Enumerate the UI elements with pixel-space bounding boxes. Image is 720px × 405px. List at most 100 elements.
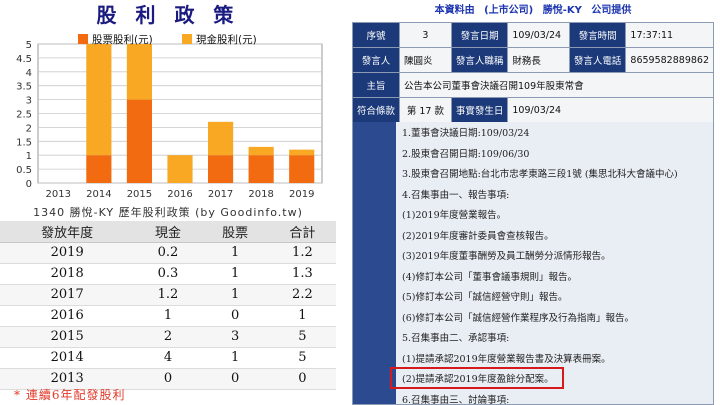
- seq-label: 序號: [351, 22, 401, 48]
- table-cell: 0: [134, 368, 202, 390]
- subject-label: 主旨: [351, 72, 401, 98]
- announcement-line: (1)2019年度營業報告。: [402, 210, 507, 221]
- announcement-line: 6.召集事由三、討論事項:: [402, 394, 510, 405]
- cash-dividend-bar: [167, 155, 193, 183]
- stock-dividend-bar: [126, 99, 153, 183]
- y-tick-label: 0: [26, 179, 32, 190]
- phone-label: 發言人電話: [568, 47, 627, 73]
- y-tick-label: 2: [26, 123, 32, 134]
- cash-dividend-bar: [86, 44, 112, 156]
- table-cell: 2019: [0, 242, 135, 264]
- dividend-table: 發放年度 現金 股票 合計 2019 0.2 1 1.2 2018 0.3 1 1.3 20…: [0, 221, 336, 390]
- phone-value: 8659582889862: [625, 47, 714, 73]
- table-cell: 2014: [0, 347, 135, 369]
- meta-row: 序號 3 發言日期 109/03/24 發言時間 17:37:11: [351, 22, 714, 48]
- time-value: 17:37:11: [625, 22, 714, 48]
- table-cell: 1: [201, 263, 269, 285]
- source-company: 勝悅-KY: [542, 5, 582, 16]
- meta-row: 符合條款 第 17 款 事實發生日 109/03/24: [351, 97, 714, 123]
- x-tick-label: 2018: [248, 189, 273, 200]
- announcement-meta-table: 序號 3 發言日期 109/03/24 發言時間 17:37:11 發言人 陳圓…: [351, 22, 714, 123]
- speaker-label: 發言人: [351, 47, 401, 73]
- dividend-chart: 0 0.5 1 1.5 2 2.5 3 3.5 4 4.5 5 2013 2014 2015 2016 201…: [0, 30, 336, 220]
- announcement-line: 2.股東會召開日期:109/06/30: [402, 148, 530, 160]
- announcement-line: (6)修訂本公司「誠信經營作業程序及行為指南」報告。: [402, 312, 634, 324]
- table-cell: 2015: [0, 326, 135, 348]
- subject-value: 公告本公司董事會決議召開109年股東常會: [399, 72, 714, 98]
- source-suffix: 公司提供: [591, 5, 632, 16]
- cash-dividend-bar: [248, 146, 274, 156]
- table-row: 2017 1.2 1 2.2: [0, 284, 336, 306]
- date-value: 109/03/24: [507, 22, 570, 48]
- chart-caption: 1340 勝悅-KY 歷年股利政策 (by Goodinfo.tw): [33, 206, 303, 219]
- stock-dividend-bar: [207, 155, 234, 183]
- source-prefix: 本資料由: [434, 5, 475, 16]
- legend-label: 股票股利(元): [92, 34, 153, 46]
- table-cell: 0.3: [134, 263, 202, 285]
- cash-dividend-bar: [207, 121, 234, 156]
- y-tick-label: 1: [26, 151, 32, 162]
- event-date-value: 109/03/24: [507, 97, 714, 123]
- legend-label: 現金股利(元): [196, 33, 257, 46]
- cash-dividend-bar: [126, 44, 153, 100]
- table-cell: 1: [134, 305, 202, 327]
- table-cell: 2018: [0, 263, 135, 285]
- clause-value: 第 17 款: [399, 97, 452, 123]
- announcement-line: (2)2019年度審計委員會查核報告。: [402, 230, 554, 242]
- speaker-title-label: 發言人職稱: [450, 47, 509, 73]
- column-header: 現金: [134, 221, 202, 243]
- stock-dividend-bar: [289, 155, 315, 183]
- body-sidebar: [353, 122, 396, 404]
- legend-swatch: [78, 34, 88, 44]
- table-row: 2019 0.2 1 1.2: [0, 242, 336, 264]
- announcement-line: 3.股東會召開地點:台北市忠孝東路三段1號 (集思北科大會議中心): [402, 169, 678, 180]
- table-cell: 1: [201, 347, 269, 369]
- announcement-line: 5.召集事由二、承認事項:: [402, 333, 510, 344]
- seq-value: 3: [399, 22, 452, 48]
- table-cell: 4: [134, 347, 202, 369]
- table-cell: 2: [134, 326, 202, 348]
- table-cell: 1: [201, 242, 269, 264]
- column-header: 合計: [268, 221, 336, 243]
- consecutive-dividend-note: * 連續6年配發股利: [14, 388, 126, 402]
- table-cell: 5: [268, 326, 336, 348]
- table-cell: 2016: [0, 305, 135, 327]
- table-row: 2015 2 3 5: [0, 326, 336, 348]
- clause-label: 符合條款: [351, 97, 401, 123]
- x-tick-label: 2016: [167, 189, 192, 200]
- table-header-row: 發放年度 現金 股票 合計: [0, 221, 336, 243]
- table-cell: 5: [268, 347, 336, 369]
- table-cell: 2017: [0, 284, 135, 306]
- column-header: 股票: [201, 221, 269, 243]
- y-tick-label: 5: [26, 40, 32, 51]
- meta-row: 發言人 陳圓炎 發言人職稱 財務長 發言人電話 8659582889862: [351, 47, 714, 73]
- highlight-box: [390, 367, 564, 389]
- y-tick-label: 4.5: [16, 54, 32, 65]
- y-tick-label: 0.5: [16, 165, 32, 176]
- x-tick-label: 2019: [289, 189, 314, 200]
- announcement-line: 1.董事會決議日期:109/03/24: [402, 128, 530, 139]
- table-cell: 1.2: [134, 284, 202, 306]
- table-row: 2014 4 1 5: [0, 347, 336, 369]
- y-tick-label: 2.5: [16, 110, 32, 121]
- date-label: 發言日期: [450, 22, 509, 48]
- table-cell: 2.2: [268, 284, 336, 306]
- stock-dividend-bar: [248, 155, 274, 183]
- y-tick-label: 3: [26, 96, 32, 107]
- table-cell: 1: [268, 305, 336, 327]
- table-cell: 1.2: [268, 242, 336, 264]
- source-header: 本資料由 (上市公司) 勝悅-KY 公司提供: [346, 0, 720, 22]
- x-tick-label: 2013: [46, 189, 71, 200]
- y-tick-label: 3.5: [16, 82, 32, 93]
- announcement-body: 1.董事會決議日期:109/03/24 2.股東會召開日期:109/06/30 …: [352, 122, 714, 405]
- table-cell: 0: [268, 368, 336, 390]
- source-market: (上市公司): [484, 5, 534, 16]
- announcement-line: (5)修訂本公司「誠信經營守則」報告。: [402, 292, 568, 303]
- announcement-text: 1.董事會決議日期:109/03/24 2.股東會召開日期:109/06/30 …: [396, 122, 713, 405]
- meta-row: 主旨 公告本公司董事會決議召開109年股東常會: [351, 72, 714, 98]
- event-date-label: 事實發生日: [450, 97, 509, 123]
- table-cell: 1: [201, 284, 269, 306]
- time-label: 發言時間: [568, 22, 627, 48]
- dividend-policy-panel: 股 利 政 策 0 0.5 1 1.5 2 2.5 3 3.5 4 4.5 5 2013 2014 201…: [0, 0, 336, 405]
- table-cell: 0: [201, 305, 269, 327]
